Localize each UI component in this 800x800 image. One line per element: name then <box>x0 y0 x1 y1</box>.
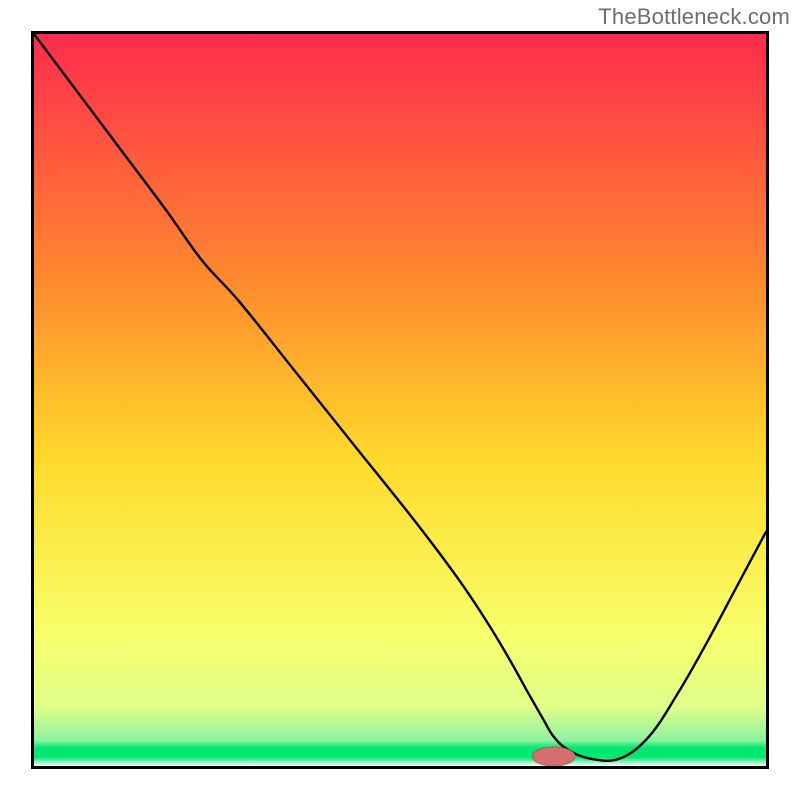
chart-frame: TheBottleneck.com <box>0 0 800 800</box>
watermark-text: TheBottleneck.com <box>598 4 790 30</box>
bottleneck-chart <box>34 34 766 766</box>
optimal-marker <box>532 747 574 766</box>
gradient-background <box>34 34 766 766</box>
plot-area <box>31 31 769 769</box>
